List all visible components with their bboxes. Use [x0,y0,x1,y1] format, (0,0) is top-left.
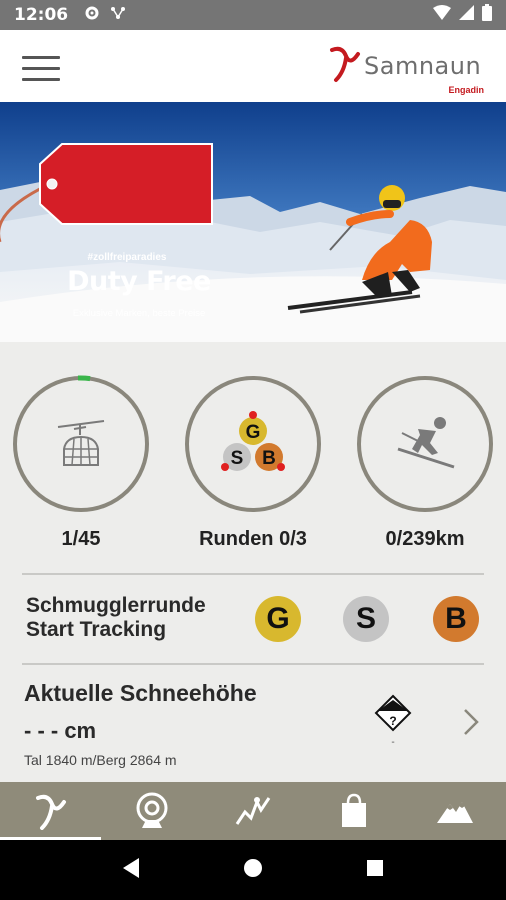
tracking-row[interactable]: Schmugglerrunde Start Tracking G S B [0,576,506,664]
stat-lifts-value: 1/45 [61,528,101,550]
tracking-title-line2: Start Tracking [26,618,167,641]
app-header: Samnaun Engadin [0,30,506,102]
badge-bronze[interactable]: B [433,596,479,642]
tag-title: Duty Free [67,266,211,297]
badge-gold[interactable]: G [255,596,301,642]
danger-caption: - [391,737,395,748]
shopping-bag-icon [342,793,367,827]
menu-button[interactable] [22,56,60,84]
duty-free-tag: #zollfreiparadies Duty Free Exklusive Ma… [38,246,216,326]
home-circle-icon [243,858,262,877]
stat-lifts[interactable]: 1/45 [12,375,150,551]
round-letter-s: S [231,448,244,469]
chevron-right-icon [462,708,480,741]
tracking-title-line1: Schmugglerrunde [26,594,206,617]
status-bar: 12:06 [0,0,506,30]
system-navigation [0,840,506,900]
stat-rounds-value: Runden 0/3 [199,528,307,550]
stat-rounds[interactable]: G S B Runden 0/3 [184,375,322,551]
back-button[interactable] [121,857,141,884]
status-time: 12:06 [14,5,69,25]
snow-depth-row[interactable]: Aktuelle Schneehöhe - - - cm Tal 1840 m/… [0,666,506,782]
snow-value: - - - cm [24,718,97,743]
battery-icon [482,4,492,26]
recents-button[interactable] [365,858,385,883]
samnaun-mark-icon [330,46,360,82]
avalanche-danger-icon: ? - [374,694,412,748]
nav-activity[interactable] [202,782,303,840]
mountain-icon [437,802,474,823]
nav-mountains[interactable] [405,782,506,840]
divider [22,573,484,575]
nav-shop[interactable] [304,782,405,840]
samnaun-logo: Samnaun Engadin [328,44,488,95]
activity-icon [235,797,271,825]
tag-subtitle: Exklusive Marken, beste Preise [72,308,206,319]
brand-region: Engadin [448,85,485,95]
bottom-navigation [0,782,506,840]
recents-icon [367,859,384,876]
gondola-icon [57,420,105,466]
stats-section: 1/45 G S B Runden 0/3 0/239km [0,375,506,565]
round-letter-g: G [246,422,261,443]
samnaun-logo-icon [35,794,66,830]
network-share-icon [110,5,126,26]
nav-webcams[interactable] [101,782,202,840]
webcam-icon [136,792,168,828]
lift-progress-arc [77,375,91,382]
home-button[interactable] [242,857,264,884]
back-icon [122,857,139,878]
round-letter-b: B [262,448,276,469]
settings-icon [84,5,100,26]
stat-distance[interactable]: 0/239km [356,375,494,551]
stat-distance-value: 0/239km [385,528,465,550]
danger-level: ? [389,714,396,728]
signal-icon [459,5,474,25]
wifi-icon [433,5,451,25]
hero-banner[interactable]: #zollfreiparadies Duty Free Exklusive Ma… [0,102,506,342]
tag-hashtag: #zollfreiparadies [87,252,167,263]
nav-home[interactable] [0,782,102,840]
badge-silver[interactable]: S [343,596,389,642]
skier-icon [397,417,455,469]
snow-elevation: Tal 1840 m/Berg 2864 m [24,752,177,768]
brand-name: Samnaun [364,52,482,80]
gsb-rounds-icon: G S B [221,411,285,471]
snow-title: Aktuelle Schneehöhe [24,680,257,706]
divider [22,663,484,665]
tracking-title: Schmugglerrunde Start Tracking [26,594,206,642]
